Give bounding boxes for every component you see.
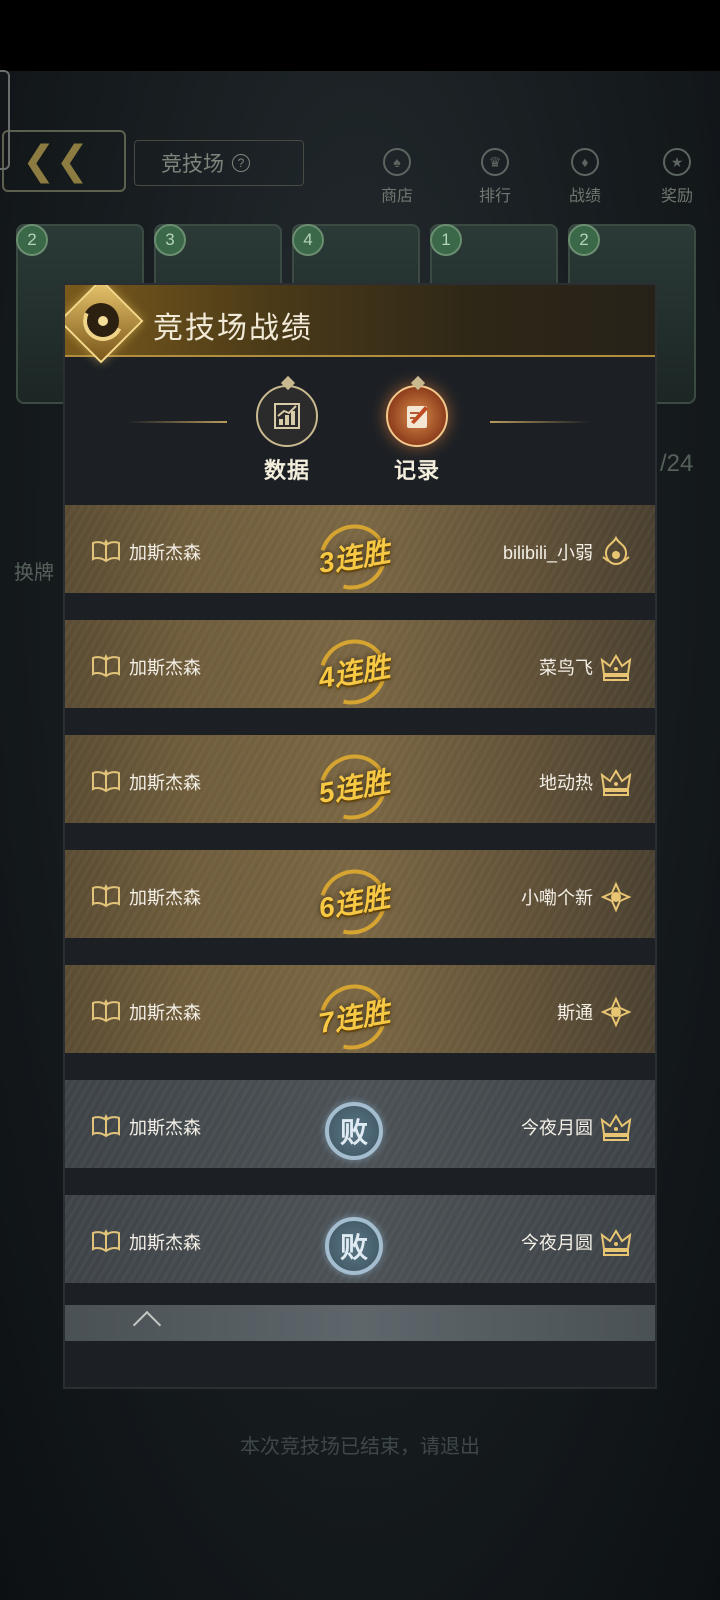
- tab-data[interactable]: 数据: [247, 385, 327, 485]
- back-arrow-icon: ❮❮: [22, 139, 90, 183]
- crown-rank-icon: [599, 1225, 633, 1259]
- side-drawer-handle[interactable]: [0, 70, 10, 170]
- nav-rank[interactable]: ♛ 排行: [460, 148, 530, 206]
- nav-record-label: 战绩: [568, 188, 601, 205]
- back-button[interactable]: ❮❮: [2, 130, 126, 192]
- panel-title: 竞技场战绩: [153, 312, 313, 345]
- nav-record[interactable]: ♦ 战绩: [550, 148, 620, 206]
- win-streak-badge: 5连胜: [307, 742, 399, 832]
- shop-icon: ♠: [383, 148, 411, 176]
- record-row[interactable]: 加斯杰森 4连胜 菜鸟飞: [65, 620, 655, 720]
- nav-shop-label: 商店: [380, 188, 413, 205]
- nav-shop[interactable]: ♠ 商店: [362, 148, 432, 206]
- tab-record[interactable]: 记录: [377, 385, 457, 485]
- panel-header: 竞技场战绩: [65, 285, 655, 364]
- record-row[interactable]: 加斯杰森 5连胜 地动热: [65, 735, 655, 835]
- record-row[interactable]: 加斯杰森 7连胜 斯通: [65, 965, 655, 1065]
- class-book-icon: [91, 1229, 121, 1253]
- opponent-name: 小嘞个新: [521, 888, 593, 908]
- class-book-icon: [91, 884, 121, 908]
- sun-rank-icon: [599, 995, 633, 1029]
- tab-data-label: 数据: [263, 458, 310, 483]
- class-book-icon: [91, 1114, 121, 1138]
- record-row[interactable]: 加斯杰森 6连胜 小嘞个新: [65, 850, 655, 950]
- record-row[interactable]: 加斯杰森 败 今夜月圆: [65, 1080, 655, 1180]
- class-book-icon: [91, 654, 121, 678]
- tab-record-label: 记录: [393, 458, 440, 483]
- card-cost: 2: [16, 224, 48, 256]
- tab-divider-left: [127, 421, 227, 423]
- record-row[interactable]: 加斯杰森 3连胜 bilibili_小弱: [65, 505, 655, 605]
- player-name: 加斯杰森: [129, 658, 201, 678]
- crown-rank-icon: [599, 765, 633, 799]
- help-icon[interactable]: ?: [232, 154, 250, 172]
- nav-rank-label: 排行: [478, 188, 511, 205]
- crown-rank-icon: [599, 1110, 633, 1144]
- flame-rank-icon: [599, 535, 633, 569]
- trophy-icon: ♛: [481, 148, 509, 176]
- arena-record-panel: 竞技场战绩 数据 记录 加斯杰森 3连胜 bilibili_小弱 加斯杰森 4连胜 菜鸟飞…: [63, 283, 657, 1389]
- crown-rank-icon: [599, 650, 633, 684]
- arena-title: 竞技场: [161, 153, 224, 176]
- loss-seal-label: 败: [325, 1102, 383, 1160]
- loss-badge: 败: [311, 1211, 397, 1281]
- player-name: 加斯杰森: [129, 543, 201, 563]
- sun-rank-icon: [599, 880, 633, 914]
- opponent-name: 菜鸟飞: [539, 658, 593, 678]
- loss-badge: 败: [311, 1096, 397, 1166]
- class-book-icon: [91, 539, 121, 563]
- card-cost: 3: [154, 224, 186, 256]
- card-cost: 2: [568, 224, 600, 256]
- reward-icon: ★: [663, 148, 691, 176]
- win-streak-badge: 7连胜: [307, 972, 399, 1062]
- player-name: 加斯杰森: [129, 1003, 201, 1023]
- arena-title-bar: 竞技场 ?: [134, 140, 304, 186]
- opponent-name: bilibili_小弱: [502, 543, 593, 563]
- class-book-icon: [91, 999, 121, 1023]
- quill-record-icon: [386, 385, 448, 447]
- opponent-name: 斯通: [557, 1003, 593, 1023]
- class-book-icon: [91, 769, 121, 793]
- screen: ❮❮ 竞技场 ? ♠ 商店 ♛ 排行 ♦ 战绩 ★ 奖励 2 3 4 1 2 换牌 /2…: [0, 0, 720, 1600]
- deck-counter: /24: [660, 450, 694, 477]
- player-name: 加斯杰森: [129, 773, 201, 793]
- player-name: 加斯杰森: [129, 888, 201, 908]
- opponent-name: 今夜月圆: [521, 1118, 593, 1138]
- stats-chart-icon: [256, 385, 318, 447]
- nav-reward[interactable]: ★ 奖励: [642, 148, 712, 206]
- arena-ended-notice: 本次竞技场已结束，请退出: [240, 1436, 480, 1458]
- win-streak-badge: 4连胜: [307, 627, 399, 717]
- record-row[interactable]: 加斯杰森 败 今夜月圆: [65, 1195, 655, 1295]
- win-streak-badge: 6连胜: [307, 857, 399, 947]
- opponent-name: 地动热: [539, 773, 593, 793]
- card-cost: 1: [430, 224, 462, 256]
- status-bar: [0, 0, 720, 71]
- win-streak-badge: 3连胜: [307, 512, 399, 602]
- opponent-name: 今夜月圆: [521, 1233, 593, 1253]
- loss-seal-label: 败: [325, 1217, 383, 1275]
- nav-reward-label: 奖励: [660, 188, 693, 205]
- card-cost: 4: [292, 224, 324, 256]
- sun-dot-icon: [98, 316, 108, 326]
- player-name: 加斯杰森: [129, 1233, 201, 1253]
- record-icon: ♦: [571, 148, 599, 176]
- swap-card-label: 换牌: [14, 562, 54, 584]
- player-name: 加斯杰森: [129, 1118, 201, 1138]
- tab-divider-right: [490, 421, 590, 423]
